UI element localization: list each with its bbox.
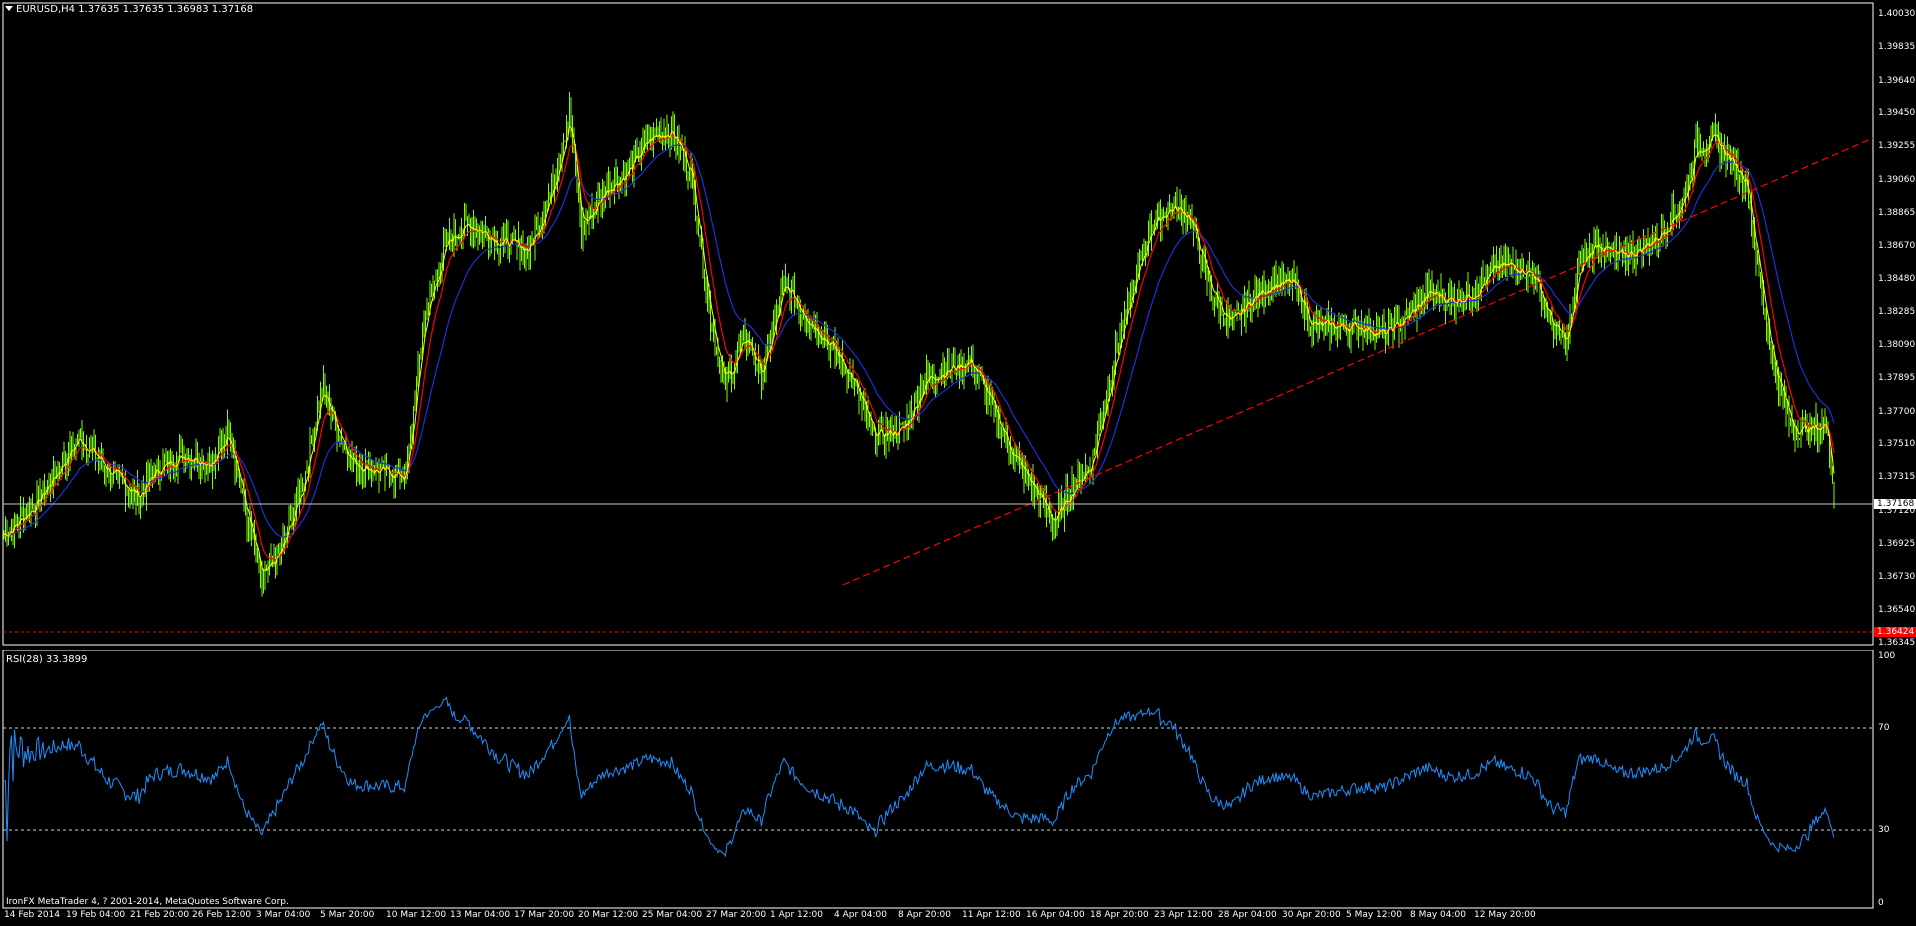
rsi-level-30-label: 30	[1878, 825, 1890, 835]
price-tick-label: 1.36540	[1878, 604, 1916, 615]
price-tick-label: 1.37700	[1878, 406, 1916, 417]
time-tick-label: 19 Feb 04:00	[66, 910, 126, 920]
time-tick-label: 27 Mar 20:00	[706, 910, 767, 920]
time-tick-label: 4 Apr 04:00	[834, 910, 887, 920]
time-tick-label: 17 Mar 20:00	[514, 910, 575, 920]
time-tick-label: 5 Mar 20:00	[320, 910, 375, 920]
time-tick-label: 3 Mar 04:00	[256, 910, 311, 920]
time-tick-label: 14 Feb 2014	[4, 910, 61, 920]
price-tick-label: 1.39640	[1878, 75, 1916, 86]
time-tick-label: 11 Apr 12:00	[962, 910, 1021, 920]
symbol-header-text: EURUSD,H4 1.37635 1.37635 1.36983 1.3716…	[16, 4, 254, 15]
time-tick-label: 26 Feb 12:00	[192, 910, 252, 920]
time-tick-label: 8 May 04:00	[1410, 910, 1466, 920]
time-tick-label: 21 Feb 20:00	[130, 910, 190, 920]
price-tick-label: 1.37315	[1878, 472, 1916, 483]
rsi-level-0-label: 0	[1878, 898, 1884, 908]
price-tick-label: 1.38285	[1878, 306, 1916, 317]
price-tick-label: 1.39255	[1878, 141, 1916, 152]
triangle-down-icon[interactable]	[5, 6, 13, 11]
time-tick-label: 28 Apr 04:00	[1218, 910, 1277, 920]
rsi-line	[4, 696, 1835, 858]
time-tick-label: 23 Apr 12:00	[1154, 910, 1213, 920]
current-price-tag: 1.37168	[1874, 499, 1916, 509]
time-tick-label: 18 Apr 20:00	[1090, 910, 1149, 920]
copyright-text: IronFX MetaTrader 4, ? 2001-2014, MetaQu…	[6, 897, 289, 907]
rsi-chart[interactable]	[0, 650, 1916, 910]
price-tick-label: 1.39060	[1878, 174, 1916, 185]
price-tick-label: 1.36925	[1878, 538, 1916, 549]
price-tick-label: 1.39835	[1878, 42, 1916, 53]
time-tick-label: 8 Apr 20:00	[898, 910, 951, 920]
time-tick-label: 20 Mar 12:00	[578, 910, 639, 920]
time-tick-label: 30 Apr 20:00	[1282, 910, 1341, 920]
price-tick-label: 1.38670	[1878, 241, 1916, 252]
price-tick-label: 1.38865	[1878, 207, 1916, 218]
price-tick-label: 1.36345	[1878, 638, 1916, 648]
time-tick-label: 5 May 12:00	[1346, 910, 1402, 920]
rsi-level-70-label: 70	[1878, 723, 1890, 733]
price-chart[interactable]	[0, 0, 1916, 650]
rsi-label: RSI(28) 33.3899	[6, 654, 88, 665]
price-tick-label: 1.39450	[1878, 108, 1916, 118]
symbol-header: EURUSD,H4 1.37635 1.37635 1.36983 1.3716…	[5, 4, 253, 16]
price-tick-label: 1.36730	[1878, 572, 1916, 583]
alert-price-tag: 1.36424	[1874, 627, 1916, 637]
rsi-level-100-label: 100	[1878, 651, 1896, 661]
time-tick-label: 25 Mar 04:00	[642, 910, 703, 920]
time-tick-label: 16 Apr 04:00	[1026, 910, 1085, 920]
time-tick-label: 12 May 20:00	[1474, 910, 1536, 920]
price-tick-label: 1.37895	[1878, 373, 1916, 384]
price-tick-label: 1.40030	[1878, 9, 1916, 19]
time-tick-label: 10 Mar 12:00	[386, 910, 447, 920]
rsi-pane-border	[2, 650, 1874, 909]
time-tick-label: 1 Apr 12:00	[770, 910, 823, 920]
price-tick-label: 1.38090	[1878, 340, 1916, 351]
price-tick-label: 1.37510	[1878, 439, 1916, 450]
price-tick-label: 1.38480	[1878, 273, 1916, 284]
time-tick-label: 13 Mar 04:00	[450, 910, 511, 920]
